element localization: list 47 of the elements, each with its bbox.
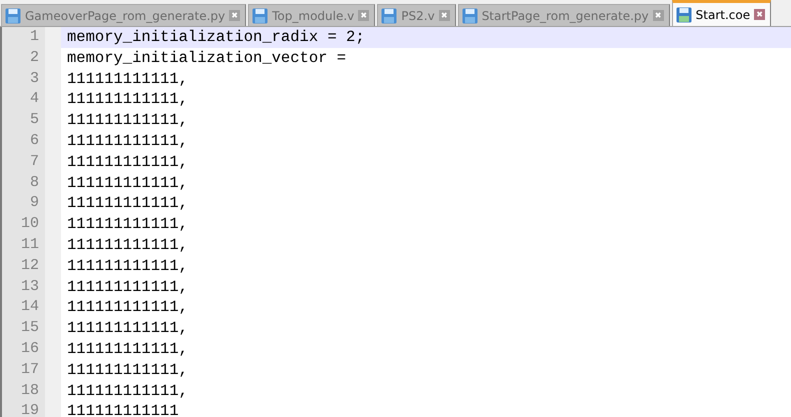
code-line: 111111111111, [66, 380, 189, 402]
code-line: 111111111111, [66, 214, 189, 235]
line-number: 9 [28, 193, 40, 214]
file-tab[interactable]: StartPage_rom_generate.py ✖ [458, 4, 670, 26]
code-line: 111111111111, [66, 234, 189, 256]
file-tab[interactable]: PS2.v ✖ [377, 4, 456, 26]
line-number: 16 [20, 338, 40, 359]
close-icon[interactable]: ✖ [438, 10, 450, 21]
close-icon[interactable]: ✖ [229, 10, 240, 21]
code-line: 111111111111, [66, 68, 189, 90]
code-line: 111111111111, [66, 110, 189, 131]
line-number: 15 [20, 318, 40, 338]
code-line: 111111111111, [66, 276, 189, 298]
code-line: 111111111111, [66, 297, 189, 318]
line-number: 1 [28, 27, 40, 47]
line-number: 7 [28, 152, 40, 172]
file-tab[interactable]: Start.coe ✖ [672, 0, 772, 26]
line-number: 13 [20, 276, 40, 297]
line-number: 10 [20, 214, 40, 234]
line-number: 14 [20, 297, 40, 318]
close-icon[interactable]: ✖ [754, 9, 766, 20]
line-number: 17 [20, 360, 40, 380]
code-line: 111111111111, [66, 338, 189, 360]
code-line: memory_initialization_vector = [66, 48, 348, 69]
code-line: 111111111111, [66, 172, 189, 194]
file-tab[interactable]: Top_module.v ✖ [248, 4, 376, 26]
code-line: 111111111111, [66, 130, 189, 152]
code-line: 111111111111, [66, 256, 189, 277]
code-line: 111111111111 [66, 401, 180, 417]
line-number: 3 [28, 68, 40, 89]
line-number: 5 [28, 110, 40, 130]
file-tab[interactable]: GameoverPage_rom_generate.py ✖ [1, 4, 246, 26]
code-line: 111111111111, [66, 193, 189, 214]
close-icon[interactable]: ✖ [358, 10, 370, 21]
line-number: 6 [28, 130, 40, 151]
line-number: 18 [20, 380, 40, 401]
line-number: 11 [20, 234, 40, 255]
code-line: 111111111111, [66, 318, 189, 339]
line-number: 2 [28, 48, 40, 68]
line-number: 12 [20, 256, 40, 276]
close-icon[interactable]: ✖ [652, 10, 664, 21]
code-line: 111111111111, [66, 89, 189, 110]
line-number: 4 [28, 89, 40, 110]
code-line: 111111111111, [66, 152, 189, 173]
line-number: 8 [28, 172, 40, 193]
code-line: 111111111111, [66, 360, 189, 381]
line-number: 19 [20, 401, 40, 417]
